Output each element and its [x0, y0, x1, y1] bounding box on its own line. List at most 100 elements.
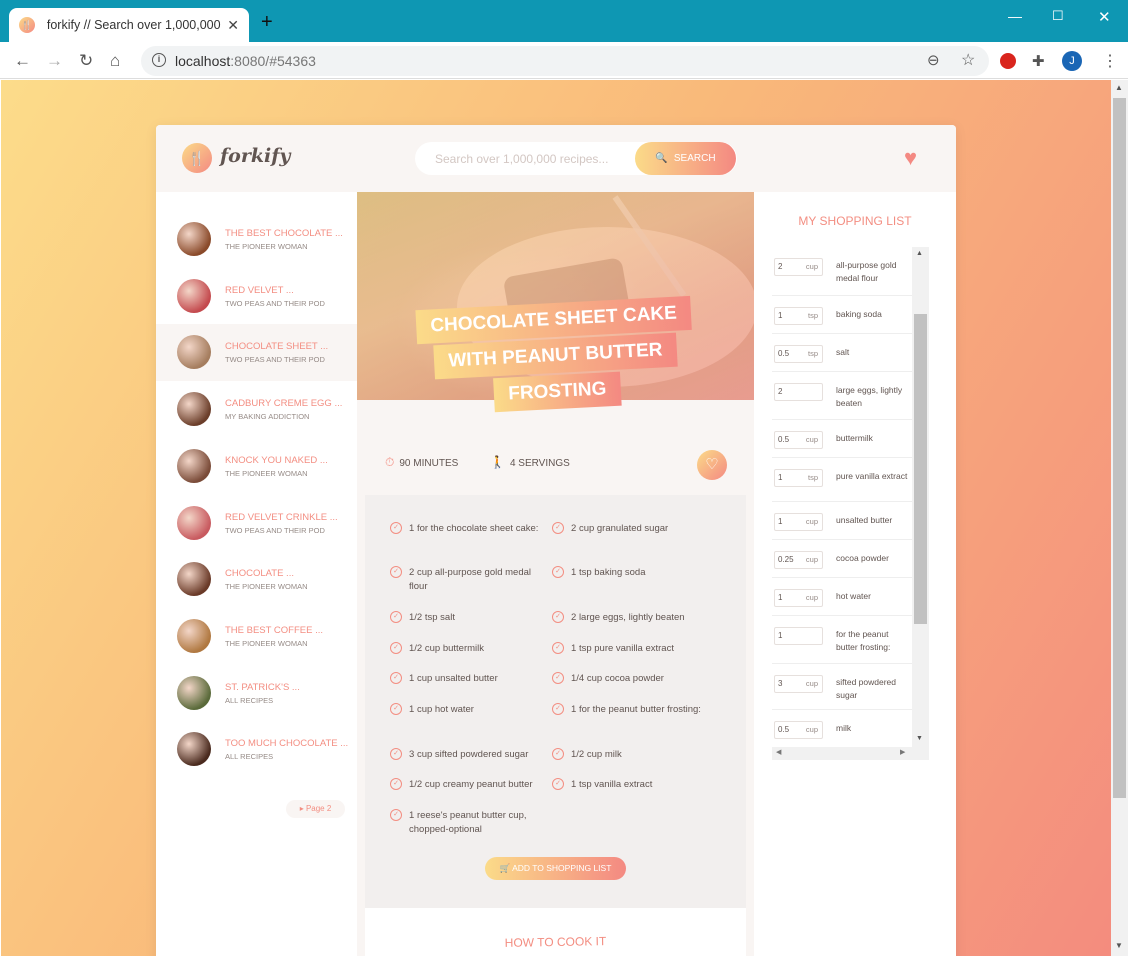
shopping-horizontal-scrollbar[interactable]: ◀ ▶ — [772, 747, 929, 760]
forward-icon[interactable]: → — [46, 51, 63, 71]
shopping-count-input[interactable]: 1 cup — [774, 513, 823, 531]
maximize-icon[interactable]: ☐ — [1052, 8, 1064, 24]
zoom-icon[interactable]: ⊖ — [927, 51, 940, 69]
ingredient-count: 1 — [571, 567, 577, 578]
like-recipe-button[interactable]: ♡ — [697, 450, 727, 480]
ingredient-item: ✓ 1/4 cup cocoa powder — [552, 672, 701, 686]
site-info-icon[interactable]: i — [152, 53, 166, 67]
minimize-icon[interactable]: — — [1008, 8, 1022, 24]
result-thumbnail — [177, 505, 211, 540]
shopping-description: hot water — [836, 591, 871, 601]
scroll-up-icon[interactable]: ▲ — [916, 250, 923, 257]
page-scrollbar[interactable]: ▲ ▼ — [1111, 80, 1128, 956]
shopping-count-input[interactable]: 0.25 cup — [774, 551, 823, 569]
heart-outline-icon: ♡ — [705, 456, 719, 473]
header: 🍴 forkify 🔍 SEARCH ♥ — [156, 125, 956, 192]
ingredient-text: cup unsalted butter — [416, 673, 498, 684]
page-scroll-thumb[interactable] — [1113, 98, 1126, 798]
result-item[interactable]: CHOCOLATE SHEET ... TWO PEAS AND THEIR PO… — [156, 324, 357, 382]
check-icon: ✓ — [552, 642, 564, 654]
tab-close-icon[interactable]: ✕ — [227, 17, 239, 34]
result-publisher: TWO PEAS AND THEIR POD — [225, 525, 325, 535]
result-item[interactable]: TOO MUCH CHOCOLATE ... ALL RECIPES — [156, 721, 357, 778]
search-button[interactable]: 🔍 SEARCH — [635, 142, 736, 175]
scroll-thumb[interactable] — [914, 314, 927, 624]
recipe-title: CHOCOLATE SHEET CAKE WITH PEANUT BUTTER … — [354, 292, 756, 421]
omnibox[interactable]: i localhost:8080/#54363 ⊖ ☆ — [141, 46, 989, 76]
ingredient-text: cup hot water — [416, 704, 474, 715]
reload-icon[interactable]: ↻ — [79, 51, 93, 71]
url-text[interactable]: localhost:8080/#54363 — [175, 53, 316, 69]
avatar[interactable]: J — [1062, 51, 1082, 71]
likes-heart-icon[interactable]: ♥ — [904, 145, 917, 171]
check-icon: ✓ — [390, 642, 402, 654]
browser-tab[interactable]: 🍴 forkify // Search over 1,000,000 recip… — [9, 8, 249, 42]
check-icon: ✓ — [552, 611, 564, 623]
extensions-puzzle-icon[interactable]: ✚ — [1032, 52, 1045, 70]
shopping-unit: cup — [805, 679, 818, 688]
check-icon: ✓ — [552, 778, 564, 790]
recipe-details: ⏱ 90 MINUTES 🚶 4 SERVINGS ♡ — [357, 447, 754, 480]
result-item[interactable]: RED VELVET ... TWO PEAS AND THEIR POD — [156, 268, 357, 325]
shopping-count-input[interactable]: 1 cup — [774, 589, 823, 607]
result-item[interactable]: THE BEST COFFEE ... THE PIONEER WOMAN — [156, 608, 357, 665]
window-close-icon[interactable]: ✕ — [1098, 8, 1111, 26]
ingredient-count: 1/2 — [409, 612, 423, 623]
shopping-count-input[interactable]: 3 cup — [774, 675, 823, 693]
shopping-count-input[interactable]: 1 — [774, 627, 823, 645]
shopping-count-input[interactable]: 0.5 cup — [774, 721, 823, 739]
shopping-unit: cup — [805, 725, 818, 734]
add-to-shopping-list-button[interactable]: 🛒 ADD TO SHOPPING LIST — [485, 857, 626, 880]
result-item[interactable]: KNOCK YOU NAKED ... THE PIONEER WOMAN — [156, 438, 357, 495]
shopping-count-input[interactable]: 2 — [774, 383, 823, 401]
shopping-item: 0.5 cup milk — [772, 710, 912, 748]
recipe-servings: 🚶 4 SERVINGS — [490, 455, 570, 469]
shopping-vertical-scrollbar[interactable]: ▲ ▼ — [912, 247, 929, 747]
result-publisher: THE PIONEER WOMAN — [225, 582, 308, 592]
ingredient-item: ✓ 1/2 cup milk — [552, 748, 701, 762]
ingredient-item: ✓ 1/2 cup creamy peanut butter — [390, 778, 547, 792]
result-title: KNOCK YOU NAKED ... — [225, 454, 328, 466]
shopping-count-input[interactable]: 1 tsp — [774, 469, 823, 487]
result-item[interactable]: ST. PATRICK'S ... ALL RECIPES — [156, 665, 357, 722]
result-publisher: THE PIONEER WOMAN — [225, 638, 308, 648]
back-icon[interactable]: ← — [14, 51, 31, 71]
result-item[interactable]: THE BEST CHOCOLATE ... THE PIONEER WOMAN — [156, 211, 357, 268]
shopping-description: salt — [836, 347, 850, 357]
shopping-count-input[interactable]: 2 cup — [774, 258, 823, 276]
tab-favicon-icon: 🍴 — [19, 17, 35, 33]
ingredient-text: for the peanut butter frosting: — [578, 704, 701, 715]
shopping-item: 0.5 tsp salt — [772, 334, 912, 372]
scroll-right-icon[interactable]: ▶ — [900, 748, 905, 756]
ingredient-count: 1/2 — [409, 643, 423, 654]
bookmark-star-icon[interactable]: ☆ — [961, 50, 975, 70]
ingredient-item: ✓ 1 tsp baking soda — [552, 566, 701, 580]
result-title: TOO MUCH CHOCOLATE ... — [225, 738, 349, 750]
shopping-count-input[interactable]: 1 tsp — [774, 307, 823, 325]
search-input[interactable] — [415, 142, 645, 175]
scroll-left-icon[interactable]: ◀ — [776, 748, 781, 756]
ingredient-item: ✓ 1 for the peanut butter frosting: — [552, 703, 701, 717]
search-button-label: SEARCH — [673, 153, 716, 164]
menu-kebab-icon[interactable]: ⋮ — [1102, 51, 1118, 71]
shopping-count-input[interactable]: 0.5 cup — [774, 431, 823, 449]
next-page-button[interactable]: ▸ Page 2 — [286, 800, 345, 818]
extension-block-icon[interactable] — [1000, 53, 1016, 69]
ingredient-count: 1 — [571, 779, 577, 790]
result-publisher: THE PIONEER WOMAN — [225, 242, 308, 251]
new-tab-button[interactable]: + — [261, 12, 273, 32]
result-item[interactable]: CADBURY CREME EGG ... MY BAKING ADDICTION — [156, 381, 357, 438]
ingredient-text: for the chocolate sheet cake: — [416, 523, 539, 534]
scroll-down-icon[interactable]: ▼ — [916, 735, 923, 742]
home-icon[interactable]: ⌂ — [110, 51, 120, 71]
result-item[interactable]: RED VELVET CRINKLE ... TWO PEAS AND THEIR… — [156, 495, 357, 552]
page-scroll-down-icon[interactable]: ▼ — [1115, 941, 1123, 950]
result-thumbnail — [177, 392, 211, 427]
shopping-description: baking soda — [836, 309, 882, 319]
result-thumbnail — [177, 675, 211, 710]
shopping-description: sifted powdered sugar — [836, 677, 897, 700]
result-item[interactable]: CHOCOLATE ... THE PIONEER WOMAN — [156, 551, 357, 608]
result-thumbnail — [177, 448, 211, 483]
shopping-count-input[interactable]: 0.5 tsp — [774, 345, 823, 363]
page-scroll-up-icon[interactable]: ▲ — [1115, 83, 1123, 92]
